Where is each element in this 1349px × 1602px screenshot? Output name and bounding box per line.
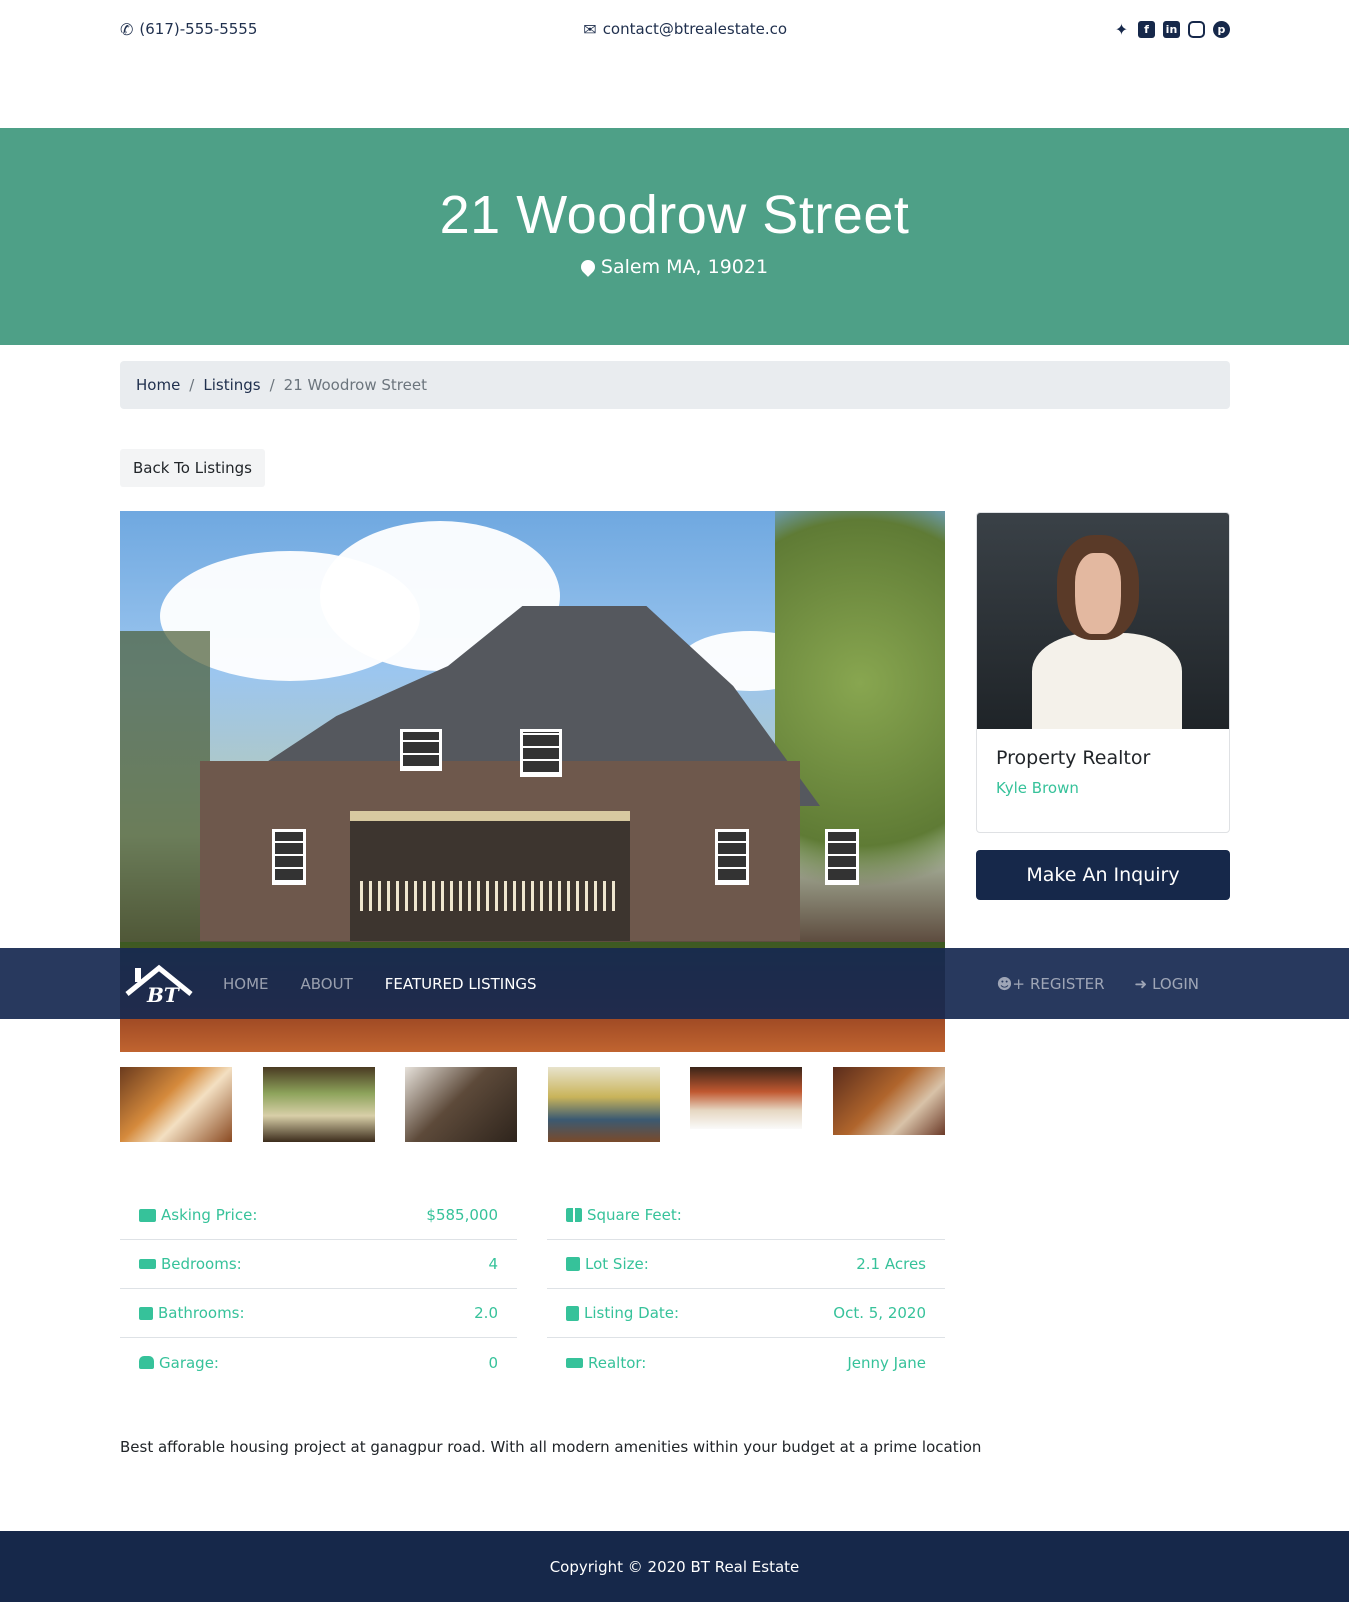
bath-icon	[139, 1306, 153, 1320]
detail-value: Jenny Jane	[847, 1353, 926, 1372]
instagram-icon[interactable]	[1187, 20, 1205, 38]
detail-label: Square Feet:	[587, 1206, 682, 1224]
detail-value: 2.0	[474, 1304, 498, 1322]
footer: Copyright © 2020 BT Real Estate	[0, 1531, 1349, 1602]
realtor-photo	[977, 513, 1229, 729]
thumbnail-image[interactable]	[120, 1067, 232, 1142]
location-text: Salem MA, 19021	[600, 256, 769, 278]
envelope-icon: ✉	[583, 19, 597, 39]
register-label: REGISTER	[1029, 974, 1105, 993]
breadcrumb-separator: /	[269, 376, 275, 394]
twitter-icon[interactable]: ✦	[1113, 20, 1130, 39]
thumbnail-image[interactable]	[690, 1067, 803, 1129]
square-icon	[566, 1257, 580, 1271]
thumbnail-image[interactable]	[547, 1067, 660, 1142]
login-label: LOGIN	[1152, 974, 1199, 993]
nav-home[interactable]: HOME	[223, 975, 269, 993]
bed-icon	[566, 1357, 583, 1368]
copyright-text: Copyright © 2020 BT Real Estate	[549, 1557, 800, 1576]
bt-logo[interactable]: BT	[123, 962, 195, 1006]
realtor-name: Kyle Brown	[996, 779, 1079, 797]
detail-label: Bedrooms:	[161, 1255, 242, 1273]
realtor-card-title: Property Realtor	[996, 747, 1151, 769]
linkedin-icon[interactable]: in	[1162, 20, 1180, 38]
detail-value: $585,000	[426, 1206, 498, 1224]
realtor-card: Property Realtor Kyle Brown	[976, 512, 1230, 833]
property-details-right: Square Feet: Lot Size: 2.1 Acres Listing…	[547, 1191, 945, 1387]
phone-number: (617)-555-5555	[139, 20, 258, 38]
property-description: Best afforable housing project at ganagp…	[120, 1438, 982, 1456]
email-contact: ✉ contact@btrealestate.co	[583, 20, 787, 39]
detail-value: 0	[488, 1353, 498, 1372]
phone-icon: ✆	[120, 19, 134, 39]
detail-row-garage: Garage: 0	[120, 1338, 517, 1387]
nav-links: HOME ABOUT FEATURED LISTINGS	[223, 948, 537, 1019]
detail-row-bedrooms: Bedrooms: 4	[120, 1240, 517, 1289]
back-to-listings-button[interactable]: Back To Listings	[120, 449, 265, 487]
breadcrumb: Home / Listings / 21 Woodrow Street	[120, 361, 1230, 409]
phone-contact: ✆ (617)-555-5555	[120, 20, 257, 39]
detail-label: Bathrooms:	[158, 1304, 245, 1322]
top-bar: ✆ (617)-555-5555 ✉ contact@btrealestate.…	[120, 18, 1230, 40]
map-marker-icon	[578, 257, 598, 277]
calendar-icon	[566, 1305, 579, 1321]
breadcrumb-listings[interactable]: Listings	[203, 376, 260, 394]
register-link[interactable]: ☻+ REGISTER	[997, 975, 1105, 993]
thumbnail-gallery	[120, 1067, 945, 1142]
thumbnail-image[interactable]	[832, 1067, 945, 1135]
property-title: 21 Woodrow Street	[439, 185, 910, 245]
detail-label: Asking Price:	[161, 1206, 258, 1224]
email-address: contact@btrealestate.co	[602, 20, 788, 38]
detail-value: 2.1 Acres	[856, 1255, 926, 1273]
breadcrumb-home[interactable]: Home	[136, 376, 180, 394]
property-details-left: Asking Price: $585,000 Bedrooms: 4 Bathr…	[120, 1191, 517, 1387]
nav-auth: ☻+ REGISTER ➜ LOGIN	[997, 948, 1199, 1019]
thumbnail-image[interactable]	[405, 1067, 518, 1142]
login-link[interactable]: ➜ LOGIN	[1135, 975, 1199, 993]
nav-featured-listings[interactable]: FEATURED LISTINGS	[385, 975, 537, 993]
property-location: Salem MA, 19021	[0, 256, 1349, 278]
breadcrumb-current: 21 Woodrow Street	[283, 376, 427, 394]
make-inquiry-button[interactable]: Make An Inquiry	[976, 850, 1230, 900]
svg-text:BT: BT	[146, 983, 181, 1006]
user-plus-icon: ☻+	[996, 974, 1025, 993]
detail-label: Listing Date:	[584, 1304, 680, 1322]
detail-value: 4	[488, 1255, 498, 1273]
detail-value: Oct. 5, 2020	[833, 1304, 926, 1322]
social-links: ✦ f in p	[1113, 20, 1230, 39]
money-icon	[139, 1208, 156, 1222]
detail-row-listing-date: Listing Date: Oct. 5, 2020	[547, 1289, 945, 1338]
sign-in-icon: ➜	[1134, 974, 1148, 993]
detail-row-lot-size: Lot Size: 2.1 Acres	[547, 1240, 945, 1289]
main-navbar: BT HOME ABOUT FEATURED LISTINGS ☻+ REGIS…	[0, 948, 1349, 1019]
pinterest-icon[interactable]: p	[1212, 20, 1230, 38]
detail-label: Realtor:	[588, 1353, 647, 1372]
bed-icon	[139, 1259, 156, 1269]
detail-row-realtor: Realtor: Jenny Jane	[547, 1338, 945, 1387]
property-showcase: 21 Woodrow Street Salem MA, 19021	[0, 128, 1349, 345]
facebook-icon[interactable]: f	[1137, 20, 1155, 38]
th-large-icon	[566, 1208, 582, 1222]
detail-row-bathrooms: Bathrooms: 2.0	[120, 1289, 517, 1338]
detail-label: Garage:	[159, 1353, 219, 1372]
car-icon	[139, 1356, 154, 1369]
thumbnail-image[interactable]	[262, 1067, 375, 1142]
detail-row-asking-price: Asking Price: $585,000	[120, 1191, 517, 1240]
breadcrumb-separator: /	[189, 376, 195, 394]
detail-label: Lot Size:	[585, 1255, 649, 1273]
detail-row-square-feet: Square Feet:	[547, 1191, 945, 1240]
nav-about[interactable]: ABOUT	[301, 975, 353, 993]
